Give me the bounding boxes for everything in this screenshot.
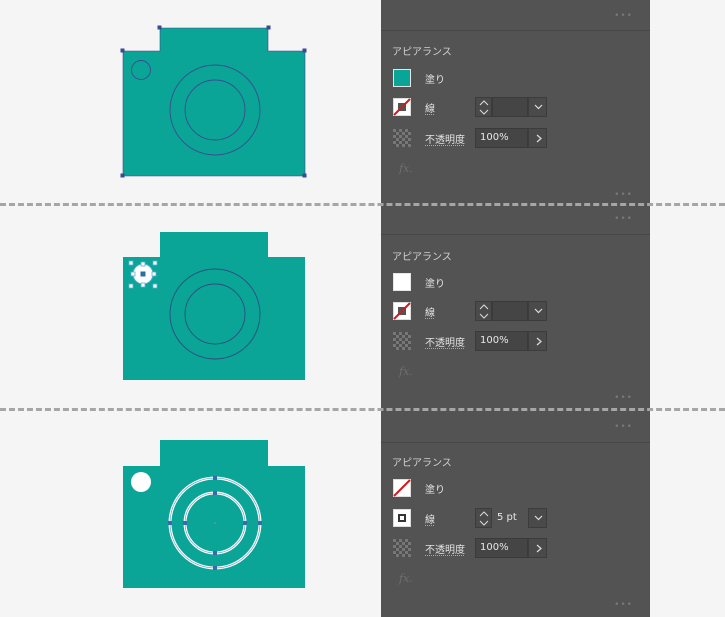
fill-swatch[interactable] xyxy=(393,273,411,291)
stroke-weight-field[interactable] xyxy=(492,97,528,117)
stroke-weight-dropdown[interactable] xyxy=(528,97,547,117)
opacity-field[interactable]: 100% xyxy=(475,538,528,558)
more-dots-icon[interactable]: ••• xyxy=(614,215,633,224)
opacity-label[interactable]: 不透明度 xyxy=(425,334,465,349)
stroke-swatch-none-icon[interactable] xyxy=(393,302,411,320)
panel-title: アピアランス xyxy=(392,458,452,469)
fill-swatch[interactable] xyxy=(393,69,411,87)
appearance-panel-2: ••• アピアランス 塗り 線 不透明度 100% fx. ••• xyxy=(381,208,650,410)
stroke-weight-dropdown[interactable] xyxy=(528,508,547,528)
fill-label: 塗り xyxy=(425,75,445,86)
fx-icon[interactable]: fx. xyxy=(399,572,413,585)
panel-title: アピアランス xyxy=(392,47,452,58)
stroke-weight-stepper[interactable] xyxy=(475,301,492,321)
fx-icon[interactable]: fx. xyxy=(399,365,413,378)
stroke-weight-field[interactable]: 5 pt xyxy=(492,508,528,528)
more-dots-icon[interactable]: ••• xyxy=(614,423,633,432)
camera-artwork-2[interactable] xyxy=(0,206,380,410)
opacity-label[interactable]: 不透明度 xyxy=(425,131,465,146)
more-dots-icon[interactable]: ••• xyxy=(614,394,633,403)
opacity-checker-icon xyxy=(393,332,411,350)
step-divider-1 xyxy=(0,203,725,206)
opacity-chevron-right-icon[interactable] xyxy=(528,128,547,148)
stroke-label[interactable]: 線 xyxy=(425,511,435,526)
opacity-row[interactable]: 不透明度 100% xyxy=(381,330,650,352)
stroke-swatch-white-icon[interactable] xyxy=(393,509,411,527)
panel-title: アピアランス xyxy=(392,252,452,263)
flash-circle xyxy=(131,472,151,492)
opacity-checker-icon xyxy=(393,539,411,557)
fill-row[interactable]: 塗り xyxy=(381,67,650,89)
divider xyxy=(381,442,650,443)
stroke-row[interactable]: 線 xyxy=(381,96,650,118)
stroke-weight-stepper[interactable] xyxy=(475,97,492,117)
opacity-field[interactable]: 100% xyxy=(475,331,528,351)
appearance-panel-1: アピアランス 塗り 線 不透明度 100% fx. ••• xyxy=(381,31,650,205)
flash-circle-selected[interactable] xyxy=(128,260,158,289)
fill-row[interactable]: 塗り xyxy=(381,271,650,293)
opacity-chevron-right-icon[interactable] xyxy=(528,331,547,351)
appearance-panel-3: ••• アピアランス 塗り 線 5 pt 不透明度 100% fx. ••• xyxy=(381,413,650,617)
more-dots-icon[interactable]: ••• xyxy=(614,12,633,21)
opacity-checker-icon xyxy=(393,129,411,147)
opacity-label[interactable]: 不透明度 xyxy=(425,541,465,556)
opacity-chevron-right-icon[interactable] xyxy=(528,538,547,558)
stroke-row[interactable]: 線 xyxy=(381,300,650,322)
appearance-panel-column: ••• アピアランス 塗り 線 不透明度 100% fx. ••• ••• アピ… xyxy=(381,0,650,617)
stroke-row[interactable]: 線 5 pt xyxy=(381,507,650,529)
opacity-field[interactable]: 100% xyxy=(475,128,528,148)
camera-artwork-1[interactable] xyxy=(0,0,380,205)
opacity-row[interactable]: 不透明度 100% xyxy=(381,537,650,559)
opacity-row[interactable]: 不透明度 100% xyxy=(381,127,650,149)
more-dots-icon[interactable]: ••• xyxy=(614,191,633,200)
stroke-weight-dropdown[interactable] xyxy=(528,301,547,321)
fx-icon[interactable]: fx. xyxy=(399,162,413,175)
stroke-weight-stepper[interactable] xyxy=(475,508,492,528)
fill-label: 塗り xyxy=(425,485,445,496)
camera-artwork-3[interactable] xyxy=(0,411,380,617)
divider xyxy=(381,234,650,235)
stroke-weight-field[interactable] xyxy=(492,301,528,321)
fill-row[interactable]: 塗り xyxy=(381,477,650,499)
step-divider-2 xyxy=(0,408,725,411)
fill-swatch-none-icon[interactable] xyxy=(393,479,411,497)
stroke-label[interactable]: 線 xyxy=(425,100,435,115)
stroke-swatch-none-icon[interactable] xyxy=(393,98,411,116)
fill-label: 塗り xyxy=(425,279,445,290)
more-dots-icon[interactable]: ••• xyxy=(614,601,633,610)
stroke-label[interactable]: 線 xyxy=(425,304,435,319)
